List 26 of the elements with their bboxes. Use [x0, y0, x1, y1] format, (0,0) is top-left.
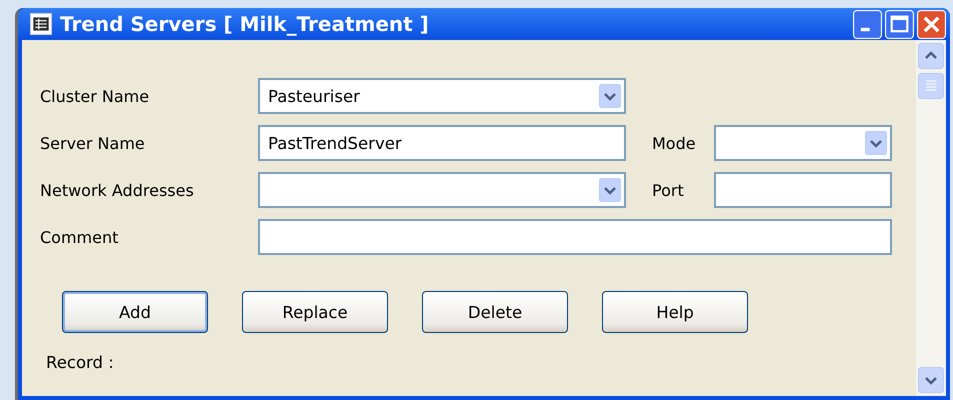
field-label: Server Name: [40, 134, 146, 152]
combo-box[interactable]: Pasteuriser: [258, 78, 626, 114]
record-label: Record :: [45, 353, 114, 372]
push-button[interactable]: Help: [602, 291, 748, 333]
push-button[interactable]: Add: [62, 291, 208, 333]
push-button[interactable]: Replace: [242, 291, 388, 333]
push-button[interactable]: Delete: [422, 291, 568, 333]
scroll-thumb[interactable]: [918, 73, 944, 99]
close-button[interactable]: [917, 10, 946, 38]
maximize-button[interactable]: [885, 10, 914, 38]
field-label: Mode: [651, 134, 697, 152]
combo-box[interactable]: [714, 125, 892, 161]
app-icon: [30, 13, 52, 35]
input-field[interactable]: [258, 219, 892, 255]
combo-box[interactable]: [258, 172, 626, 208]
minimize-button[interactable]: [853, 10, 882, 38]
scroll-down-button[interactable]: [918, 367, 944, 393]
field-label: Comment: [40, 228, 120, 246]
field-label: Network Addresses: [40, 180, 195, 200]
field-label: Port: [651, 180, 685, 200]
input-field[interactable]: PastTrendServer: [258, 125, 626, 161]
input-field[interactable]: [714, 172, 892, 208]
scroll-up-button[interactable]: [918, 43, 944, 69]
field-label: Cluster Name: [40, 86, 150, 106]
window-title: Trend Servers [ Milk_Treatment ]: [60, 12, 430, 36]
scrollbar[interactable]: [916, 40, 946, 396]
